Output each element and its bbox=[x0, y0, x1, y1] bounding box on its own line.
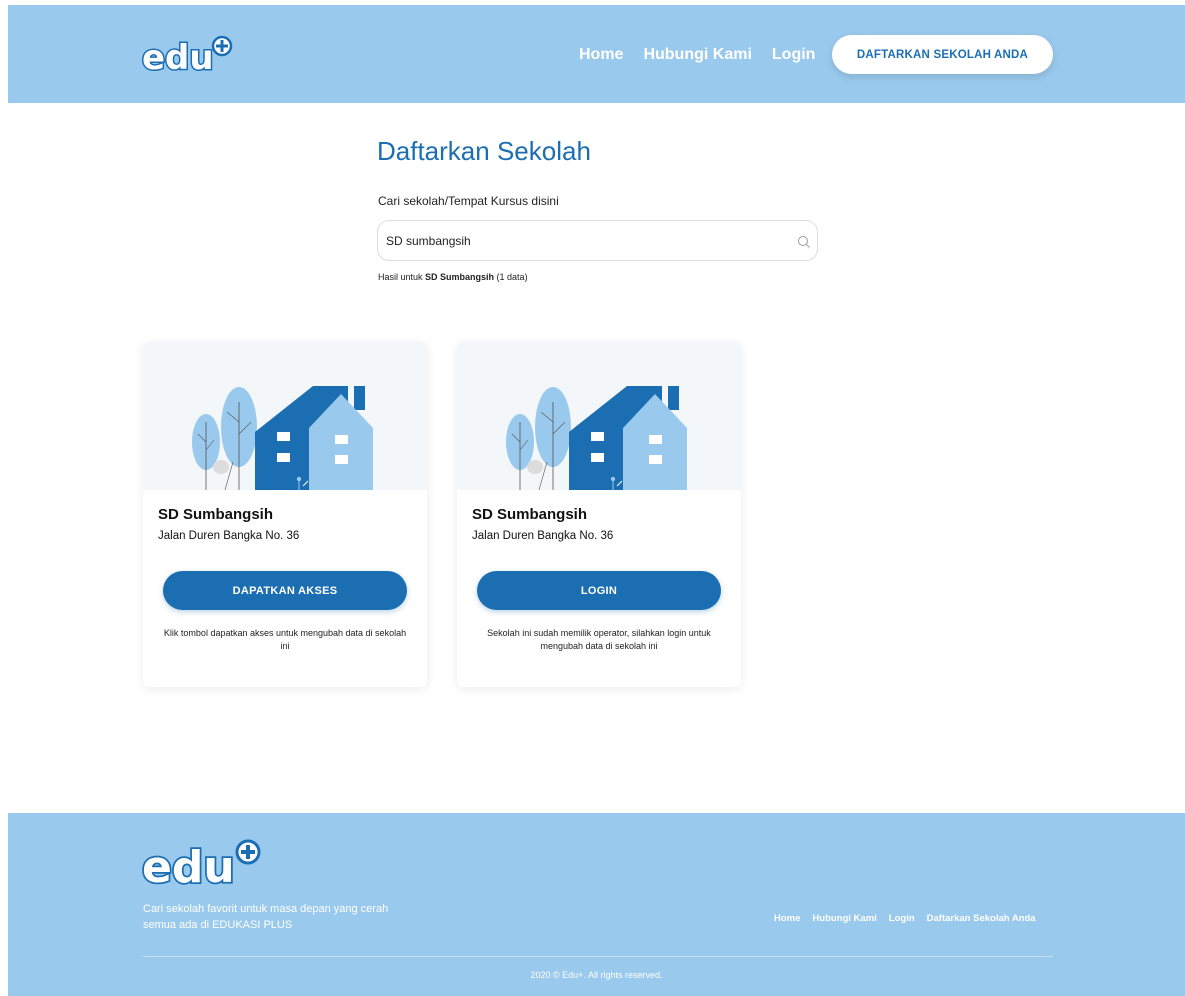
footer-logo-text: edu bbox=[142, 842, 235, 892]
login-button[interactable]: LOGIN bbox=[477, 571, 721, 610]
search-input[interactable] bbox=[386, 229, 786, 253]
search-box bbox=[377, 220, 818, 261]
school-name: SD Sumbangsih bbox=[158, 506, 274, 523]
footer-logo[interactable]: edu bbox=[140, 836, 266, 897]
school-address: Jalan Duren Bangka No. 36 bbox=[158, 530, 300, 542]
header: edu Home Hubungi Kami Login DAFTARKAN SE… bbox=[8, 5, 1185, 103]
footer-nav-hubungi-kami[interactable]: Hubungi Kami bbox=[812, 913, 876, 924]
result-query: SD Sumbangsih bbox=[425, 272, 495, 282]
search-result-summary: Hasil untuk SD Sumbangsih (1 data) bbox=[378, 272, 528, 282]
logo[interactable]: edu bbox=[140, 33, 236, 80]
footer-divider bbox=[143, 956, 1053, 957]
result-count: (1 data) bbox=[494, 272, 528, 282]
school-illustration bbox=[143, 342, 427, 491]
search-label: Cari sekolah/Tempat Kursus disini bbox=[378, 194, 559, 208]
search-icon[interactable] bbox=[797, 235, 811, 249]
school-card: SD Sumbangsih Jalan Duren Bangka No. 36 … bbox=[143, 342, 427, 687]
header-nav: Home Hubungi Kami Login bbox=[579, 46, 835, 64]
daftarkan-sekolah-button[interactable]: DAFTARKAN SEKOLAH ANDA bbox=[832, 35, 1053, 74]
footer: edu Cari sekolah favorit untuk masa depa… bbox=[8, 813, 1185, 996]
school-building-icon bbox=[506, 386, 687, 491]
nav-hubungi-kami[interactable]: Hubungi Kami bbox=[643, 46, 751, 64]
copyright: 2020 © Edu+. All rights reserved. bbox=[530, 970, 663, 980]
school-card: SD Sumbangsih Jalan Duren Bangka No. 36 … bbox=[457, 342, 741, 687]
page-title: Daftarkan Sekolah bbox=[377, 136, 591, 166]
nav-home[interactable]: Home bbox=[579, 46, 623, 64]
school-name: SD Sumbangsih bbox=[472, 506, 588, 523]
card-note: Klik tombol dapatkan akses untuk menguba… bbox=[163, 628, 407, 651]
school-address: Jalan Duren Bangka No. 36 bbox=[472, 530, 614, 542]
footer-tagline: Cari sekolah favorit untuk masa depan ya… bbox=[143, 901, 443, 933]
school-illustration bbox=[457, 342, 741, 491]
card-note: Sekolah ini sudah memilik operator, sila… bbox=[487, 628, 711, 651]
footer-logo-plus-icon bbox=[235, 839, 261, 865]
tagline-line-2: semua ada di EDUKASI PLUS bbox=[143, 919, 293, 931]
footer-nav: Home Hubungi Kami Login Daftarkan Sekola… bbox=[774, 913, 1048, 924]
school-building-icon bbox=[192, 386, 373, 491]
footer-nav-daftarkan-sekolah[interactable]: Daftarkan Sekolah Anda bbox=[927, 913, 1036, 924]
logo-text: edu bbox=[142, 38, 214, 77]
result-prefix: Hasil untuk bbox=[378, 272, 426, 282]
nav-login[interactable]: Login bbox=[772, 46, 816, 64]
logo-mark: edu bbox=[141, 35, 233, 80]
tagline-line-1: Cari sekolah favorit untuk masa depan ya… bbox=[143, 903, 389, 915]
logo-plus-icon bbox=[211, 35, 233, 57]
dapatkan-akses-button[interactable]: DAPATKAN AKSES bbox=[163, 571, 407, 610]
page: edu Home Hubungi Kami Login DAFTARKAN SE… bbox=[0, 0, 1185, 996]
footer-nav-home[interactable]: Home bbox=[774, 913, 800, 924]
footer-logo-mark: edu bbox=[140, 839, 261, 895]
footer-nav-login[interactable]: Login bbox=[889, 913, 915, 924]
